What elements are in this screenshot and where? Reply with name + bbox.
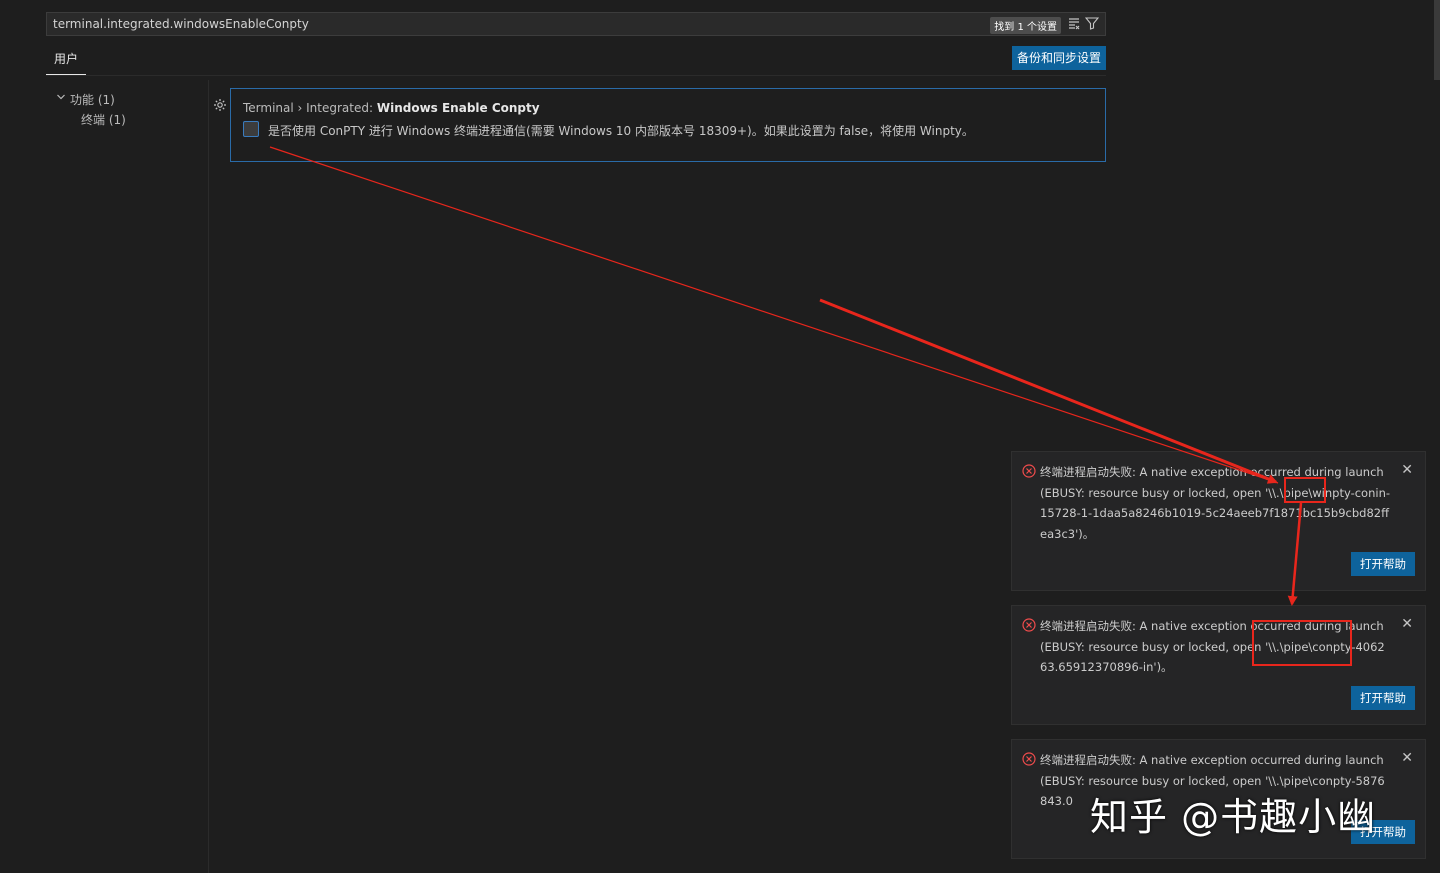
gear-icon[interactable] [213, 98, 227, 112]
error-icon [1022, 752, 1036, 766]
close-icon[interactable]: ✕ [1401, 462, 1413, 478]
toc-item-features[interactable]: 功能 (1) [56, 90, 206, 110]
search-result-count-badge: 找到 1 个设置 [990, 17, 1061, 34]
setting-title: Terminal › Integrated: Windows Enable Co… [243, 101, 540, 115]
chevron-down-icon[interactable] [56, 90, 70, 110]
toc-divider [208, 80, 209, 873]
search-value[interactable]: terminal.integrated.windowsEnableConpty [53, 17, 309, 31]
toc-item-label: 终端 (1) [81, 113, 126, 127]
notification-message: 终端进程启动失败: A native exception occurred du… [1040, 619, 1385, 674]
tab-user-label: 用户 [53, 52, 78, 66]
annotation-arrow-line [269, 146, 1279, 484]
header-divider [46, 75, 1106, 76]
open-help-button[interactable]: 打开帮助 [1351, 686, 1415, 710]
backup-sync-settings-button[interactable]: 备份和同步设置 [1012, 46, 1106, 70]
close-icon[interactable]: ✕ [1401, 750, 1413, 766]
setting-description: 是否使用 ConPTY 进行 Windows 终端进程通信(需要 Windows… [268, 124, 974, 138]
settings-toc: 功能 (1) 终端 (1) [56, 90, 206, 130]
scrollbar[interactable] [1434, 0, 1440, 80]
toc-item-terminal[interactable]: 终端 (1) [56, 110, 206, 130]
toc-item-label: 功能 (1) [70, 93, 115, 107]
error-icon [1022, 618, 1036, 632]
setting-name: Windows Enable Conpty [376, 101, 540, 115]
setting-item-windows-enable-conpty: Terminal › Integrated: Windows Enable Co… [230, 88, 1106, 162]
watermark: 知乎 @书趣小幽 [1090, 795, 1377, 839]
setting-category: Terminal › Integrated: [243, 101, 377, 115]
error-icon [1022, 464, 1036, 478]
notification-message: 终端进程启动失败: A native exception occurred du… [1040, 465, 1391, 541]
filter-icon[interactable] [1084, 16, 1100, 30]
tab-user[interactable]: 用户 [46, 50, 86, 75]
error-notification: 终端进程启动失败: A native exception occurred du… [1011, 605, 1426, 725]
settings-search-input[interactable]: terminal.integrated.windowsEnableConpty … [46, 12, 1106, 36]
open-help-button[interactable]: 打开帮助 [1351, 552, 1415, 576]
clear-filter-icon[interactable] [1067, 16, 1081, 30]
setting-checkbox[interactable] [243, 121, 259, 137]
close-icon[interactable]: ✕ [1401, 616, 1413, 632]
error-notification: 终端进程启动失败: A native exception occurred du… [1011, 451, 1426, 591]
